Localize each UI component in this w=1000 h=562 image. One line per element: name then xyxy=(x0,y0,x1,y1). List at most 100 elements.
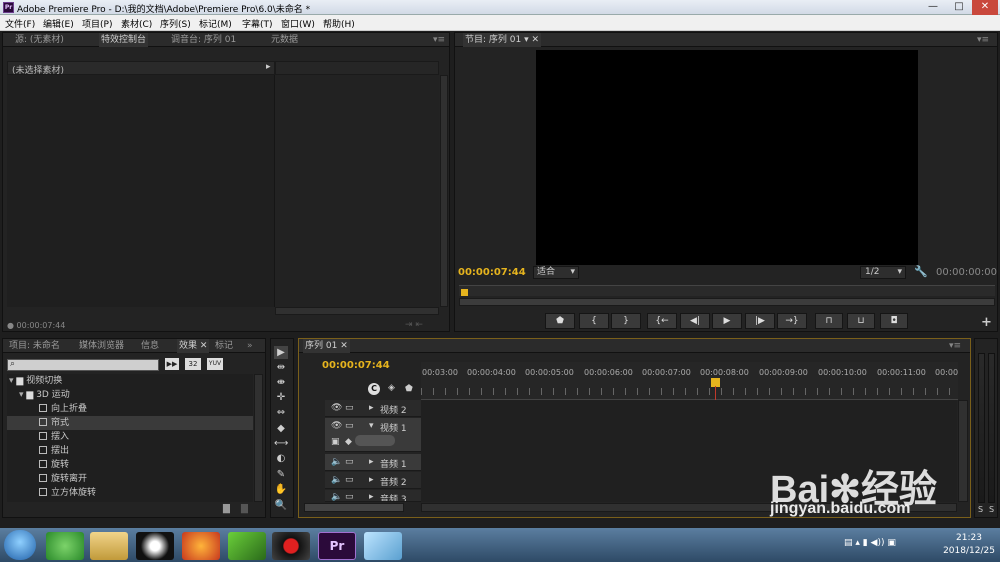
tree-folder-3d-motion[interactable]: ▾ ▆ 3D 运动 xyxy=(19,388,265,402)
panel-menu-icon[interactable]: » xyxy=(247,339,253,353)
mark-out-button[interactable]: } xyxy=(611,313,641,329)
tab-sequence[interactable]: 序列 01 ✕ xyxy=(303,339,350,353)
lock-icon[interactable]: ▭ xyxy=(345,475,354,485)
chevron-right-icon[interactable]: ▸ xyxy=(369,403,374,413)
effects-search-input[interactable]: ⌕ xyxy=(7,359,159,371)
menu-file[interactable]: 文件(F) xyxy=(5,17,35,30)
go-to-out-button[interactable]: →} xyxy=(777,313,807,329)
program-current-timecode[interactable]: 00:00:07:44 xyxy=(458,267,526,278)
hand-tool[interactable]: ✋ xyxy=(274,483,288,496)
chevron-right-icon[interactable]: ▸ xyxy=(369,475,374,485)
export-frame-button[interactable]: ◘ xyxy=(880,313,908,329)
camtasia-icon[interactable] xyxy=(228,532,266,560)
eye-icon[interactable]: 👁 xyxy=(331,421,342,431)
chevron-right-icon[interactable]: ▸ xyxy=(369,492,374,501)
play-button[interactable]: ▶ xyxy=(712,313,742,329)
lock-icon[interactable]: ▭ xyxy=(345,492,354,501)
notepad-icon[interactable] xyxy=(364,532,402,560)
tab-effect-controls[interactable]: 特效控制台 xyxy=(99,33,149,47)
menu-marker[interactable]: 标记(M) xyxy=(199,17,232,30)
tab-metadata[interactable]: 元数据 xyxy=(271,33,298,47)
slip-tool[interactable]: ⟷ xyxy=(274,437,288,450)
vertical-scrollbar[interactable] xyxy=(440,75,448,307)
close-button[interactable]: ✕ xyxy=(972,0,998,15)
selection-tool[interactable]: ▶ xyxy=(274,346,288,359)
add-marker-button[interactable]: ⬟ xyxy=(545,313,575,329)
video-preview[interactable] xyxy=(536,50,918,265)
add-button[interactable]: + xyxy=(981,315,992,330)
tab-project[interactable]: 项目: 未命名 xyxy=(9,339,60,353)
expand-arrow-icon[interactable]: ▸ xyxy=(266,62,271,72)
eye-icon[interactable]: 👁 xyxy=(331,403,342,413)
360-browser-icon[interactable] xyxy=(46,532,84,560)
qq-icon[interactable] xyxy=(136,532,174,560)
tab-media-browser[interactable]: 媒体浏览器 xyxy=(79,339,124,353)
clock-date[interactable]: 2018/12/25 xyxy=(941,546,997,556)
firefox-icon[interactable] xyxy=(182,532,220,560)
extract-button[interactable]: ⊔ xyxy=(847,313,875,329)
32bit-effects-badge[interactable]: 32 xyxy=(185,358,201,370)
tree-item-effect[interactable]: 摆出 xyxy=(39,444,285,458)
panel-menu-icon[interactable]: ▾≡ xyxy=(949,339,961,353)
lock-icon[interactable]: ▭ xyxy=(345,403,354,413)
tab-audio-mixer[interactable]: 调音台: 序列 01 xyxy=(171,33,236,47)
panel-menu-icon[interactable]: ▾≡ xyxy=(977,33,989,47)
tree-item-effect[interactable]: 向上折叠 xyxy=(39,402,285,416)
mark-in-button[interactable]: { xyxy=(579,313,609,329)
playhead-icon[interactable] xyxy=(461,289,468,296)
step-back-button[interactable]: ◀| xyxy=(680,313,710,329)
tree-item-effect[interactable]: 旋转 xyxy=(39,458,285,472)
fit-dropdown[interactable]: 适合 ▾ xyxy=(533,266,579,279)
premiere-icon[interactable]: Pr xyxy=(318,532,356,560)
keyframe-navigator[interactable] xyxy=(355,435,395,446)
clock-time[interactable]: 21:23 xyxy=(945,533,993,543)
speaker-icon[interactable]: 🔈 xyxy=(331,492,342,501)
menu-title[interactable]: 字幕(T) xyxy=(242,17,273,30)
chevron-down-icon[interactable]: ▾ xyxy=(369,421,374,431)
tree-item-effect-selected[interactable]: 帘式 xyxy=(7,416,253,430)
tab-program[interactable]: 节目: 序列 01 ▾ ✕ xyxy=(463,33,541,47)
resolution-dropdown[interactable]: 1/2 ▾ xyxy=(860,266,906,279)
keyframe-icon[interactable]: ◆ xyxy=(345,437,352,447)
tab-info[interactable]: 信息 xyxy=(141,339,159,353)
lift-button[interactable]: ⊓ xyxy=(815,313,843,329)
start-button[interactable] xyxy=(4,530,36,560)
panel-menu-icon[interactable]: ▾≡ xyxy=(433,33,445,47)
tab-source[interactable]: 源: (无素材) xyxy=(15,33,64,47)
tree-item-effect[interactable]: 立方体旋转 xyxy=(39,486,285,500)
menu-sequence[interactable]: 序列(S) xyxy=(160,17,191,30)
ripple-edit-tool[interactable]: ⇼ xyxy=(274,376,288,389)
razor-tool[interactable]: ◆ xyxy=(274,422,288,435)
slide-tool[interactable]: ◐ xyxy=(274,452,288,465)
tree-item-effect[interactable]: 摆入 xyxy=(39,430,285,444)
zoom-tool[interactable]: 🔍 xyxy=(274,499,288,512)
go-to-in-button[interactable]: {← xyxy=(647,313,677,329)
new-bin-icon[interactable]: ▇ xyxy=(223,504,230,514)
timeline-zoom-slider[interactable] xyxy=(304,503,404,512)
rate-stretch-tool[interactable]: ⇔ xyxy=(274,406,288,419)
menu-window[interactable]: 窗口(W) xyxy=(281,17,315,30)
speaker-icon[interactable]: 🔈 xyxy=(331,457,342,467)
file-explorer-icon[interactable] xyxy=(90,532,128,560)
zoom-scrollbar[interactable] xyxy=(459,298,995,306)
lock-icon[interactable]: ▭ xyxy=(345,457,354,467)
pen-tool[interactable]: ✎ xyxy=(274,468,288,481)
set-marker-icon[interactable]: ◈ xyxy=(388,383,395,393)
rolling-edit-tool[interactable]: ✛ xyxy=(274,391,288,404)
minimize-button[interactable]: — xyxy=(920,0,946,15)
horizontal-scrollbar[interactable] xyxy=(275,307,439,315)
export-icon[interactable]: ⇥ ⇤ xyxy=(405,320,423,330)
recorder-icon[interactable] xyxy=(272,532,310,560)
timeline-vertical-scrollbar[interactable] xyxy=(958,400,968,502)
accelerated-effects-icon[interactable]: ▶▶ xyxy=(165,358,179,370)
step-forward-button[interactable]: |▶ xyxy=(745,313,775,329)
track-select-tool[interactable]: ⇹ xyxy=(274,361,288,374)
solo-right-button[interactable]: S xyxy=(989,505,994,514)
sequence-marker-icon[interactable]: ⬟ xyxy=(405,384,413,394)
menu-help[interactable]: 帮助(H) xyxy=(323,17,355,30)
solo-left-button[interactable]: S xyxy=(978,505,983,514)
menu-edit[interactable]: 编辑(E) xyxy=(43,17,74,30)
tab-markers[interactable]: 标记 xyxy=(215,339,233,353)
program-time-ruler[interactable] xyxy=(459,285,995,296)
tray-icons[interactable]: ▤ ▴ ▮ ◀)) ▣ xyxy=(844,538,896,548)
